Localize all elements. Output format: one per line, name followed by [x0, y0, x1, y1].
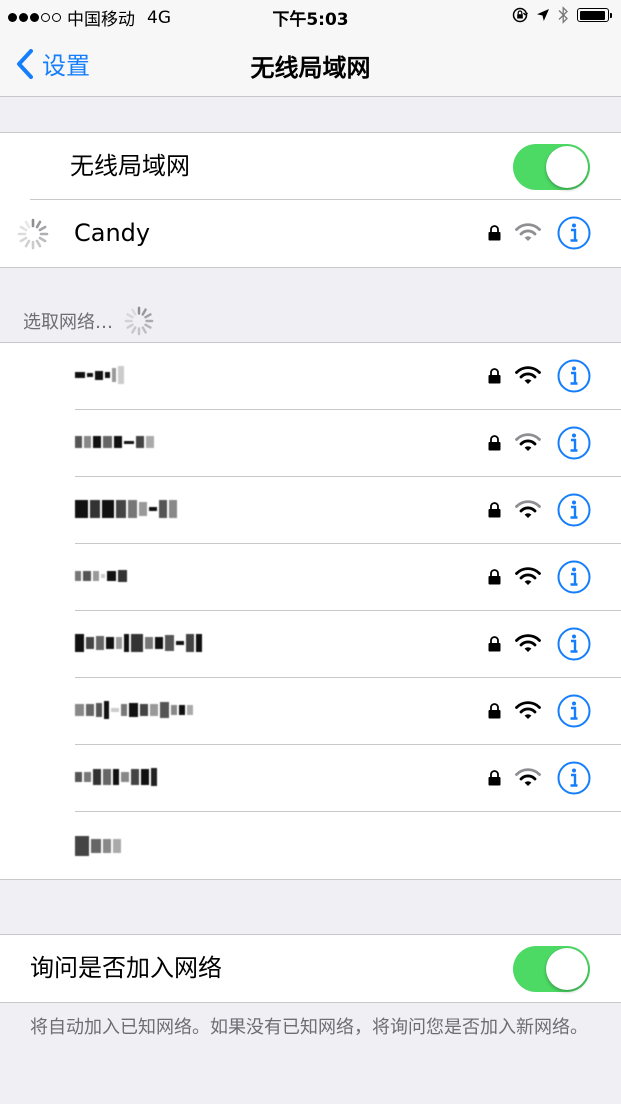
status-bar: 中国移动 4G 下午5:03	[0, 0, 621, 32]
network-name-redacted	[75, 565, 127, 587]
network-name-redacted	[75, 364, 124, 386]
network-row[interactable]	[0, 611, 621, 678]
ask-to-join-group: 询问是否加入网络	[0, 934, 621, 1003]
lock-icon	[488, 636, 501, 652]
bluetooth-icon	[558, 6, 568, 24]
lock-icon	[488, 770, 501, 786]
wifi-icon	[515, 701, 541, 719]
wifi-icon	[515, 567, 541, 585]
lock-icon	[488, 502, 501, 518]
lock-icon	[488, 435, 501, 451]
info-icon[interactable]	[557, 359, 591, 393]
current-network-name: Candy	[74, 219, 151, 247]
ask-to-join-row: 询问是否加入网络	[0, 935, 621, 1002]
wifi-icon	[515, 500, 541, 518]
network-list	[0, 342, 621, 880]
network-row[interactable]	[0, 410, 621, 477]
wifi-toggle-label: 无线局域网	[70, 152, 190, 180]
info-icon[interactable]	[557, 761, 591, 795]
wifi-icon	[515, 433, 541, 451]
info-icon[interactable]	[557, 426, 591, 460]
battery-icon	[577, 8, 612, 22]
info-icon[interactable]	[557, 560, 591, 594]
choose-network-label: 选取网络…	[23, 312, 113, 333]
info-icon[interactable]	[557, 694, 591, 728]
current-network-row[interactable]: Candy	[0, 200, 621, 267]
location-arrow-icon	[537, 9, 549, 21]
wifi-icon	[515, 634, 541, 652]
network-name-redacted	[75, 835, 121, 857]
rotation-lock-icon	[512, 7, 528, 23]
page-title: 无线局域网	[250, 54, 371, 82]
ask-to-join-footer: 将自动加入已知网络。如果没有已知网络，将询问您是否加入新网络。	[30, 1017, 588, 1038]
lock-icon	[488, 703, 501, 719]
network-row[interactable]	[0, 544, 621, 611]
status-bar-right	[512, 6, 612, 24]
network-row[interactable]	[0, 745, 621, 812]
network-row[interactable]	[0, 477, 621, 544]
navigation-bar: 设置 无线局域网	[0, 32, 621, 97]
ask-to-join-label: 询问是否加入网络	[30, 954, 222, 982]
lock-icon	[488, 225, 501, 241]
wifi-toggle-switch[interactable]	[513, 144, 590, 190]
lock-icon	[488, 569, 501, 585]
info-icon[interactable]	[557, 627, 591, 661]
info-icon[interactable]	[557, 216, 591, 250]
spinner-icon	[124, 306, 154, 336]
choose-network-header: 选取网络…	[23, 305, 155, 337]
network-name-redacted	[75, 766, 157, 788]
network-name-redacted	[75, 632, 202, 654]
wifi-icon	[515, 768, 541, 786]
battery-level	[579, 10, 606, 20]
network-name-redacted	[75, 498, 177, 520]
lock-icon	[488, 368, 501, 384]
network-name-redacted	[75, 431, 154, 453]
spinner-icon	[17, 218, 49, 250]
wifi-toggle-row: 无线局域网	[0, 133, 621, 200]
wifi-icon	[515, 366, 541, 384]
info-icon[interactable]	[557, 493, 591, 527]
wifi-icon	[515, 223, 541, 241]
network-name-redacted	[75, 699, 193, 721]
network-row-other[interactable]	[0, 812, 621, 879]
ask-to-join-switch[interactable]	[513, 946, 590, 992]
network-row[interactable]	[0, 678, 621, 745]
wifi-group: 无线局域网 Candy	[0, 132, 621, 268]
network-row[interactable]	[0, 343, 621, 410]
